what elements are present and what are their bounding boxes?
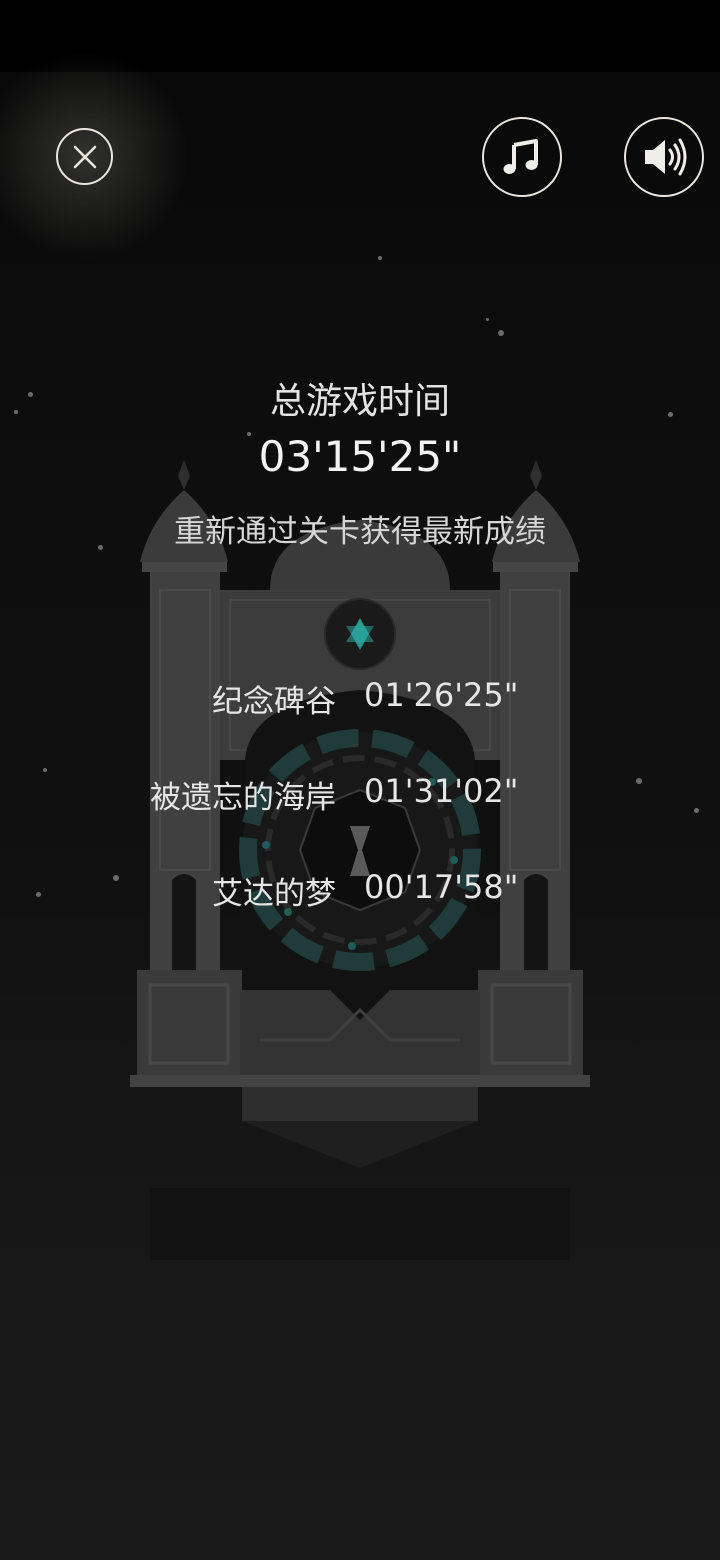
sound-toggle-button[interactable] — [624, 117, 704, 197]
level-name: 被遗忘的海岸 — [150, 780, 336, 816]
total-play-time-value: 03'15'25" — [258, 432, 462, 481]
music-toggle-button[interactable] — [482, 117, 562, 197]
music-note-icon — [503, 139, 538, 174]
level-name: 艾达的梦 — [212, 876, 336, 912]
game-screen: 总游戏时间 03'15'25" 重新通过关卡获得最新成绩 纪念碑谷 01'26'… — [0, 0, 720, 1560]
level-time: 00'17'58" — [364, 868, 519, 906]
level-time: 01'26'25" — [364, 676, 519, 714]
close-x-icon — [73, 145, 96, 168]
total-play-time-title: 总游戏时间 — [269, 381, 450, 422]
level-name: 纪念碑谷 — [212, 684, 336, 720]
level-time: 01'31'02" — [364, 772, 519, 810]
speaker-volume-icon — [645, 138, 687, 176]
close-button[interactable] — [56, 128, 113, 185]
replay-hint-text: 重新通过关卡获得最新成绩 — [174, 514, 546, 550]
